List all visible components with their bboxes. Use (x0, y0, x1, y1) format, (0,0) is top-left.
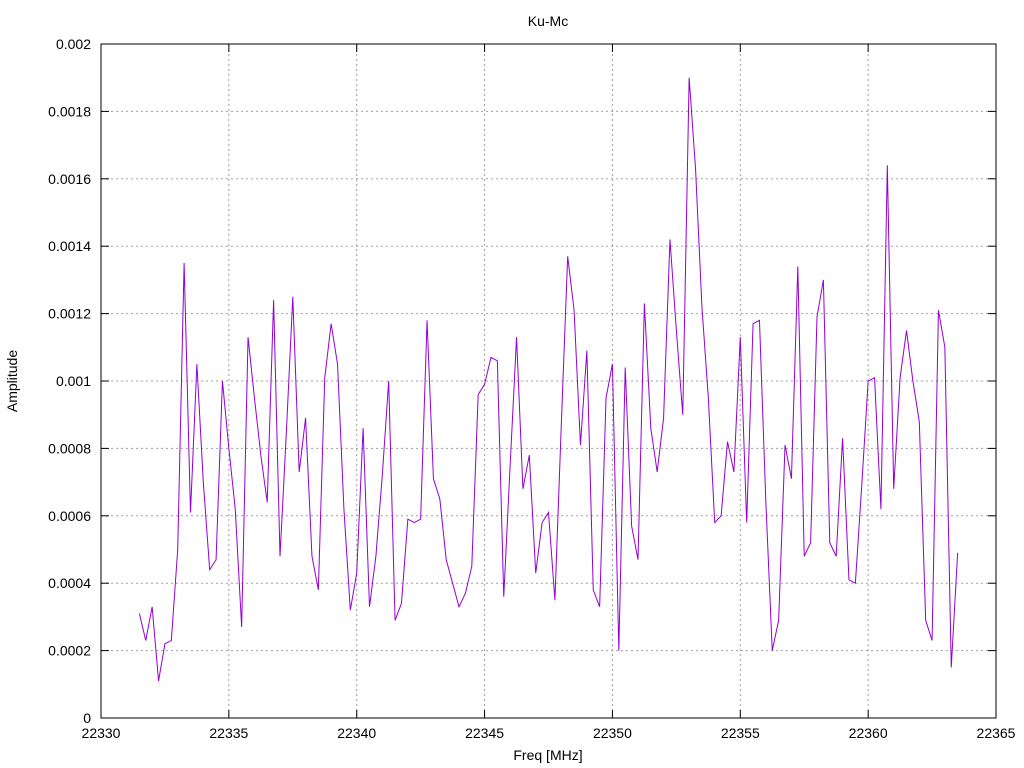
x-tick-label: 22345 (465, 725, 504, 741)
y-tick-labels: 0 0.0002 0.0004 0.0006 0.0008 0.001 0.0012 0.00… (48, 36, 91, 726)
y-tick-label: 0.0014 (48, 238, 91, 254)
x-tick-label: 22365 (977, 725, 1016, 741)
chart-title: Ku-Mc (528, 13, 568, 29)
y-tick-label: 0.0006 (48, 508, 91, 524)
y-tick-label: 0.0012 (48, 306, 91, 322)
x-tick-label: 22355 (721, 725, 760, 741)
y-tick-label: 0.0004 (48, 575, 91, 591)
x-tick-label: 22335 (209, 725, 248, 741)
y-tick-label: 0.001 (56, 373, 91, 389)
x-tick-label: 22350 (593, 725, 632, 741)
y-axis-label: Amplitude (4, 350, 20, 412)
x-tick-label: 22340 (337, 725, 376, 741)
x-axis-label: Freq [MHz] (513, 747, 582, 763)
x-tick-labels: 22330 22335 22340 22345 22350 22355 22360 22365 (82, 725, 1016, 741)
x-tick-label: 22360 (849, 725, 888, 741)
y-tick-label: 0.0002 (48, 643, 91, 659)
x-tick-label: 22330 (82, 725, 121, 741)
y-tick-label: 0.0008 (48, 440, 91, 456)
y-tick-label: 0.0016 (48, 171, 91, 187)
y-tick-label: 0.0018 (48, 103, 91, 119)
line-chart: 0 0.0002 0.0004 0.0006 0.0008 0.001 0.0012 0.00… (4, 13, 1016, 763)
y-tick-label: 0 (83, 710, 91, 726)
grid-lines (101, 44, 996, 718)
series-line (138, 77, 959, 682)
y-tick-label: 0.002 (56, 36, 91, 52)
